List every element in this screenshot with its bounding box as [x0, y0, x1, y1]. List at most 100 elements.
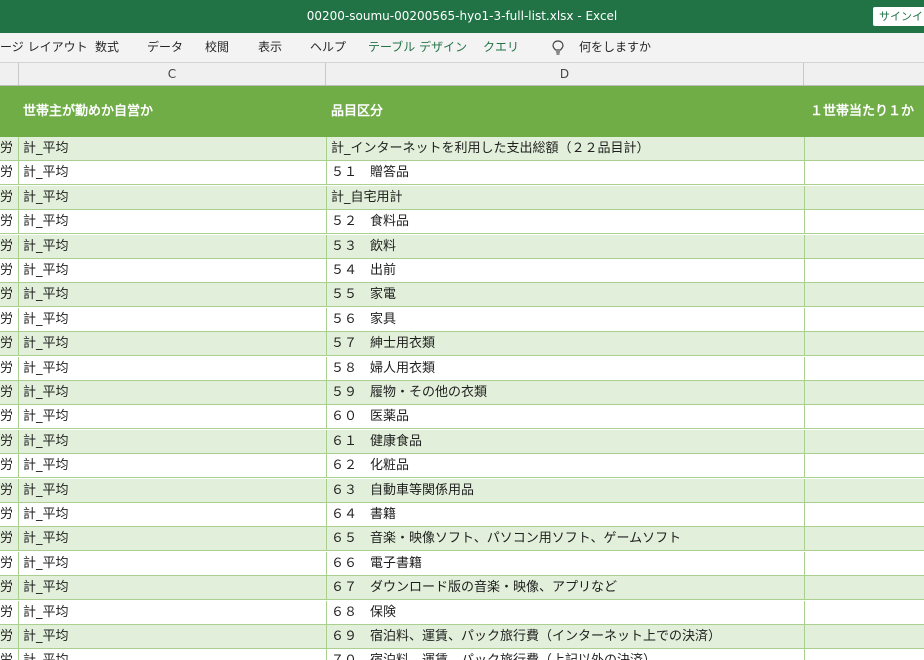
cell-item-category[interactable]: ５７ 紳士用衣類: [326, 332, 804, 356]
cell-col-b[interactable]: 労: [0, 551, 19, 575]
cell-household-type[interactable]: 計_平均: [19, 479, 326, 502]
cell-item-category[interactable]: ６６ 電子書籍: [326, 551, 804, 575]
tell-me-search[interactable]: 何をしますか: [579, 33, 651, 62]
cell-household-type[interactable]: 計_平均: [19, 235, 326, 258]
column-header-d[interactable]: D: [326, 63, 804, 85]
cell-household-type[interactable]: 計_平均: [19, 283, 326, 306]
cell-col-b[interactable]: 労: [0, 625, 19, 648]
cell-col-b[interactable]: 労: [0, 185, 19, 209]
tab-table-design[interactable]: テーブル デザイン: [368, 33, 467, 62]
cell-value[interactable]: [804, 210, 924, 234]
cell-value[interactable]: [804, 600, 924, 624]
cell-household-type[interactable]: 計_平均: [19, 332, 326, 355]
cell-household-type[interactable]: 計_平均: [19, 625, 326, 648]
cell-item-category[interactable]: ５２ 食料品: [326, 210, 804, 234]
cell-value[interactable]: [804, 161, 924, 185]
cell-household-type[interactable]: 計_平均: [19, 137, 326, 160]
column-header-c[interactable]: C: [19, 63, 326, 85]
cell-item-category[interactable]: ５８ 婦人用衣類: [326, 356, 804, 380]
cell-household-type[interactable]: 計_平均: [19, 405, 326, 428]
cell-household-type[interactable]: 計_平均: [19, 308, 326, 331]
cell-col-b[interactable]: 労: [0, 405, 19, 429]
cell-value[interactable]: [804, 307, 924, 331]
cell-col-b[interactable]: 労: [0, 332, 19, 356]
cell-col-b[interactable]: 労: [0, 283, 19, 307]
cell-col-b[interactable]: 労: [0, 503, 19, 526]
tab-view[interactable]: 表示: [258, 33, 282, 62]
cell-item-category[interactable]: ６８ 保険: [326, 600, 804, 624]
cell-value[interactable]: [804, 185, 924, 209]
cell-col-b[interactable]: 労: [0, 234, 19, 258]
cell-value[interactable]: [804, 356, 924, 380]
sign-in-button[interactable]: サインイン: [873, 7, 924, 26]
cell-item-category[interactable]: ６９ 宿泊料、運賃、パック旅行費（インターネット上での決済）: [326, 625, 804, 648]
cell-value[interactable]: [804, 283, 924, 307]
cell-value[interactable]: [804, 405, 924, 429]
cell-col-b[interactable]: 労: [0, 161, 19, 185]
cell-col-b[interactable]: 労: [0, 454, 19, 478]
tab-page-layout[interactable]: ージ レイアウト: [0, 33, 88, 62]
cell-item-category[interactable]: ５５ 家電: [326, 283, 804, 307]
header-item-category[interactable]: 品目区分: [331, 86, 383, 137]
cell-item-category[interactable]: 計_自宅用計: [326, 185, 804, 209]
cell-item-category[interactable]: ５１ 贈答品: [326, 161, 804, 185]
tab-query[interactable]: クエリ: [483, 33, 519, 62]
cell-item-category[interactable]: ７０ 宿泊料、運賃、パック旅行費（上記以外の決済）: [326, 649, 804, 660]
cell-item-category[interactable]: ５４ 出前: [326, 259, 804, 282]
cell-household-type[interactable]: 計_平均: [19, 601, 326, 624]
column-header-b[interactable]: [0, 63, 19, 85]
cell-item-category[interactable]: ５３ 飲料: [326, 234, 804, 258]
cell-value[interactable]: [804, 478, 924, 502]
cell-item-category[interactable]: ６３ 自動車等関係用品: [326, 478, 804, 502]
cell-household-type[interactable]: 計_平均: [19, 210, 326, 233]
cell-value[interactable]: [804, 332, 924, 356]
cell-col-b[interactable]: 労: [0, 649, 19, 660]
cell-household-type[interactable]: 計_平均: [19, 454, 326, 477]
cell-value[interactable]: [804, 551, 924, 575]
cell-household-type[interactable]: 計_平均: [19, 552, 326, 575]
cell-col-b[interactable]: 労: [0, 381, 19, 404]
cell-household-type[interactable]: 計_平均: [19, 527, 326, 550]
cell-household-type[interactable]: 計_平均: [19, 381, 326, 404]
cell-value[interactable]: [804, 527, 924, 551]
cell-household-type[interactable]: 計_平均: [19, 186, 326, 209]
tab-formulas[interactable]: 数式: [95, 33, 119, 62]
cell-value[interactable]: [804, 625, 924, 648]
cell-col-b[interactable]: 労: [0, 356, 19, 380]
cell-household-type[interactable]: 計_平均: [19, 503, 326, 526]
tab-review[interactable]: 校閲: [205, 33, 229, 62]
cell-value[interactable]: [804, 259, 924, 282]
header-per-household[interactable]: １世帯当たり１か: [810, 86, 914, 137]
cell-household-type[interactable]: 計_平均: [19, 259, 326, 282]
cell-col-b[interactable]: 労: [0, 137, 19, 160]
cell-col-b[interactable]: 労: [0, 600, 19, 624]
cell-value[interactable]: [804, 429, 924, 453]
cell-value[interactable]: [804, 454, 924, 478]
cell-household-type[interactable]: 計_平均: [19, 357, 326, 380]
tab-help[interactable]: ヘルプ: [310, 33, 346, 62]
cell-value[interactable]: [804, 381, 924, 404]
cell-household-type[interactable]: 計_平均: [19, 649, 326, 660]
cell-item-category[interactable]: ６１ 健康食品: [326, 429, 804, 453]
cell-household-type[interactable]: 計_平均: [19, 430, 326, 453]
cell-household-type[interactable]: 計_平均: [19, 576, 326, 599]
cell-item-category[interactable]: ６２ 化粧品: [326, 454, 804, 478]
cell-item-category[interactable]: ５６ 家具: [326, 307, 804, 331]
cell-col-b[interactable]: 労: [0, 210, 19, 234]
header-household-type[interactable]: 世帯主が勤めか自営か: [23, 86, 153, 137]
cell-item-category[interactable]: ５９ 履物・その他の衣類: [326, 381, 804, 404]
cell-value[interactable]: [804, 137, 924, 160]
cell-col-b[interactable]: 労: [0, 576, 19, 600]
cell-value[interactable]: [804, 576, 924, 600]
tab-data[interactable]: データ: [147, 33, 183, 62]
cell-value[interactable]: [804, 503, 924, 526]
cell-col-b[interactable]: 労: [0, 307, 19, 331]
cell-value[interactable]: [804, 234, 924, 258]
cell-item-category[interactable]: ６７ ダウンロード版の音楽・映像、アプリなど: [326, 576, 804, 600]
cell-item-category[interactable]: ６４ 書籍: [326, 503, 804, 526]
column-header-e[interactable]: [804, 63, 924, 85]
cell-value[interactable]: [804, 649, 924, 660]
cell-col-b[interactable]: 労: [0, 478, 19, 502]
cell-col-b[interactable]: 労: [0, 527, 19, 551]
cell-col-b[interactable]: 労: [0, 429, 19, 453]
